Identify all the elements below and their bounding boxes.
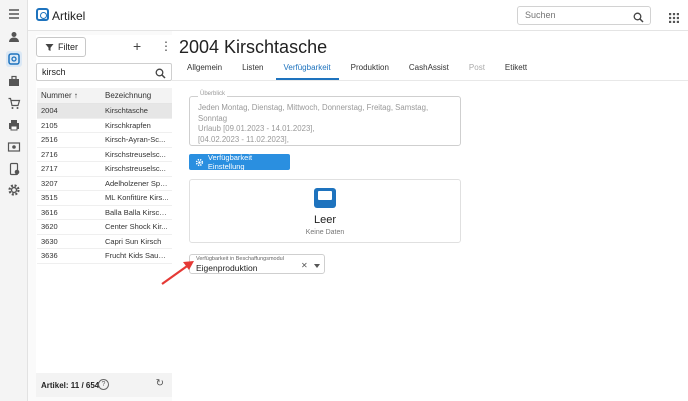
table-row[interactable]: 3630 Capri Sun Kirsch [37,235,172,249]
add-article-button[interactable]: + [133,38,141,54]
availability-settings-button[interactable]: Verfügbarkeit Einstellung [189,153,290,171]
list-search-value[interactable]: kirsch [42,67,66,77]
dollar-icon[interactable] [6,139,22,155]
filter-icon [45,43,54,51]
cell-bezeichnung: ML Konfitüre Kirs... [105,193,169,203]
table-row[interactable]: 3636 Frucht Kids Sauer... [37,249,172,264]
overview-line-urlaub-2: [04.02.2023 - 11.02.2023], [198,134,289,144]
table-row[interactable]: 2004 Kirschtasche [37,104,172,119]
cell-bezeichnung: Kirsch-Ayran-Sc... [105,135,166,145]
menu-icon[interactable] [6,6,22,22]
cell-bezeichnung: Kirschtasche [105,106,148,116]
article-count: Artikel: 11 / 654 [41,380,100,390]
article-table: Nummer ↑ Bezeichnung 2004 Kirschtasche 21… [37,88,172,264]
cart-icon[interactable] [6,95,22,111]
cell-bezeichnung: Center Shock Kir... [105,222,168,232]
cell-bezeichnung: Adelholzener Spo... [105,178,171,188]
apps-grid-icon[interactable] [669,10,679,23]
table-row[interactable]: 2717 Kirschstreuselsc... [37,162,172,177]
availability-settings-label: Verfügbarkeit Einstellung [207,153,253,171]
table-header: Nummer ↑ Bezeichnung [37,88,172,104]
tab-produktion[interactable]: Produktion [343,62,397,80]
cell-nummer: 2717 [41,164,58,174]
tab-etikett[interactable]: Etikett [497,62,535,80]
cell-nummer: 2716 [41,149,58,159]
top-bar: Artikel [28,0,688,31]
list-search-input[interactable]: kirsch [36,63,172,81]
cell-nummer: 3616 [41,207,58,217]
cell-nummer: 2105 [41,120,58,130]
printer-icon[interactable] [6,117,22,133]
overview-line-weekdays: Jeden Montag, Dienstag, Mittwoch, Donner… [198,103,429,123]
page-title: 2004 Kirschtasche [179,37,328,57]
overview-line-urlaub-1: Urlaub [09.01.2023 - 14.01.2023], [198,124,315,133]
cell-bezeichnung: Capri Sun Kirsch [105,236,162,246]
tab-divider [172,80,688,81]
sort-arrow-up-icon[interactable]: ↑ [74,91,78,100]
tab-listen[interactable]: Listen [234,62,271,80]
cell-bezeichnung: Kirschstreuselsc... [105,149,166,159]
empty-state: Leer Keine Daten [189,179,461,243]
article-icon [36,8,49,21]
cell-nummer: 3630 [41,236,58,246]
clear-icon[interactable]: ✕ [301,261,308,270]
table-row[interactable]: 3207 Adelholzener Spo... [37,177,172,191]
overview-label: Überblick [198,91,228,97]
cell-nummer: 3620 [41,222,58,232]
cell-nummer: 3515 [41,193,58,203]
filter-button[interactable]: Filter [36,37,86,57]
inbox-icon [314,188,336,208]
procurement-availability-select[interactable]: Verfügbarkeit in Beschaffungsmodul Eigen… [189,254,325,274]
annotation-arrow-icon [161,261,194,285]
tab-bar: Allgemein Listen Verfügbarkeit Produktio… [179,62,539,80]
table-row[interactable]: 3620 Center Shock Kir... [37,220,172,235]
global-search[interactable] [517,6,651,25]
cell-bezeichnung: Kirschstreuselsc... [105,164,166,174]
empty-subtitle: Keine Daten [305,229,345,236]
table-row[interactable]: 2105 Kirschkrapfen [37,119,172,133]
nav-rail [0,0,28,401]
article-list-panel: Filter + ⋮ kirsch Nummer ↑ Bezeichnung 2… [36,35,172,397]
search-icon[interactable] [633,10,644,28]
cell-nummer: 2004 [41,106,58,116]
refresh-icon[interactable]: ↻ [156,378,164,389]
cell-nummer: 2516 [41,135,58,145]
tab-cashassist[interactable]: CashAssist [401,62,457,80]
cell-nummer: 3207 [41,178,58,188]
column-header-nummer[interactable]: Nummer ↑ [37,91,105,100]
select-label: Verfügbarkeit in Beschaffungsmodul [196,256,284,262]
more-options-icon[interactable]: ⋮ [160,39,172,53]
table-row[interactable]: 2516 Kirsch-Ayran-Sc... [37,133,172,148]
gear-icon[interactable] [6,182,22,198]
cell-bezeichnung: Kirschkrapfen [105,120,151,130]
help-icon[interactable]: ? [98,379,109,390]
phone-icon[interactable] [6,161,22,177]
column-header-bezeichnung[interactable]: Bezeichnung [105,91,172,100]
overview-text: Jeden Montag, Dienstag, Mittwoch, Donner… [198,103,453,145]
search-icon[interactable] [155,66,166,84]
select-value[interactable]: Eigenproduktion [196,263,257,273]
article-icon[interactable] [6,51,22,67]
detail-panel: 2004 Kirschtasche Allgemein Listen Verfü… [172,31,688,401]
overview-field: Überblick Jeden Montag, Dienstag, Mittwo… [189,91,461,146]
gear-icon [195,158,204,166]
toolbox-icon[interactable] [6,73,22,89]
list-footer: Artikel: 11 / 654 ? ↻ [36,373,172,397]
tab-allgemein[interactable]: Allgemein [179,62,230,80]
filter-label: Filter [58,42,78,52]
tab-post: Post [468,63,485,72]
search-input[interactable] [525,10,625,20]
cell-nummer: 3636 [41,251,58,261]
table-row[interactable]: 3616 Balla Balla Kirsch ... [37,206,172,220]
app-title: Artikel [52,9,86,23]
table-row[interactable]: 3515 ML Konfitüre Kirs... [37,191,172,206]
chevron-down-icon[interactable] [314,264,320,268]
tab-verfuegbarkeit[interactable]: Verfügbarkeit [275,62,339,80]
cell-bezeichnung: Balla Balla Kirsch ... [105,207,172,217]
table-row[interactable]: 2716 Kirschstreuselsc... [37,148,172,162]
user-icon[interactable] [6,29,22,45]
empty-title: Leer [313,214,337,226]
